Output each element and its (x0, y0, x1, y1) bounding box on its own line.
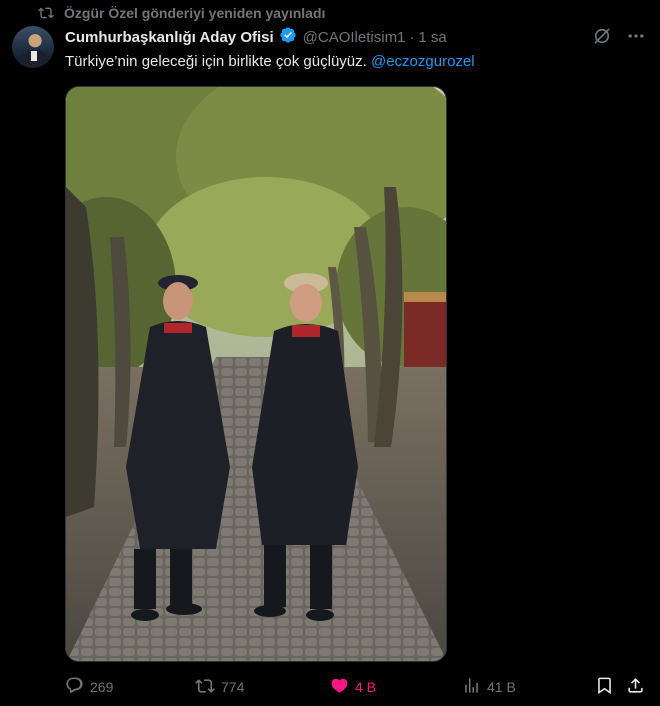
analytics-icon (462, 676, 481, 698)
grok-icon[interactable] (592, 26, 612, 46)
photo-illustration (66, 87, 446, 661)
bookmark-button[interactable] (595, 676, 614, 698)
view-count: 41 B (487, 679, 516, 695)
repost-button[interactable]: 774 (195, 676, 244, 698)
repost-context: Özgür Özel gönderiyi yeniden yayınladı (38, 4, 325, 22)
avatar[interactable] (12, 26, 54, 68)
share-icon (626, 676, 645, 698)
header-separator: · (409, 28, 415, 46)
share-button[interactable] (626, 676, 645, 698)
heart-filled-icon (330, 676, 349, 698)
verified-badge-icon[interactable] (279, 26, 297, 48)
like-button[interactable]: 4 B (330, 676, 376, 698)
author-handle[interactable]: @CAOIletisim1 (303, 29, 406, 46)
repost-count: 774 (221, 679, 245, 695)
bookmark-icon (595, 676, 614, 698)
repost-action-icon (195, 676, 215, 699)
author-display-name[interactable]: Cumhurbaşkanlığı Aday Ofisi (65, 29, 274, 46)
reply-button[interactable]: 269 (65, 676, 113, 698)
repost-label[interactable]: Özgür Özel gönderiyi yeniden yayınladı (64, 5, 325, 21)
like-count: 4 B (355, 679, 377, 695)
repost-icon (38, 5, 54, 21)
tweet-text: Türkiye’nin geleceği için birlikte çok g… (65, 52, 475, 72)
mention-link[interactable]: @eczozgurozel (371, 53, 475, 70)
reply-icon (65, 676, 84, 698)
top-actions (592, 26, 646, 46)
tweet[interactable]: Özgür Özel gönderiyi yeniden yayınladı C… (0, 0, 660, 706)
action-bar: 269 774 4 B 41 B (65, 676, 646, 698)
tweet-header: Cumhurbaşkanlığı Aday Ofisi @CAOIletisim… (65, 26, 447, 48)
more-options-icon[interactable] (626, 26, 646, 46)
views-button[interactable]: 41 B (462, 676, 516, 698)
tweet-body: Türkiye’nin geleceği için birlikte çok g… (65, 53, 367, 70)
tweet-photo[interactable] (65, 86, 447, 662)
timestamp[interactable]: 1 sa (418, 29, 446, 46)
reply-count: 269 (90, 679, 114, 695)
